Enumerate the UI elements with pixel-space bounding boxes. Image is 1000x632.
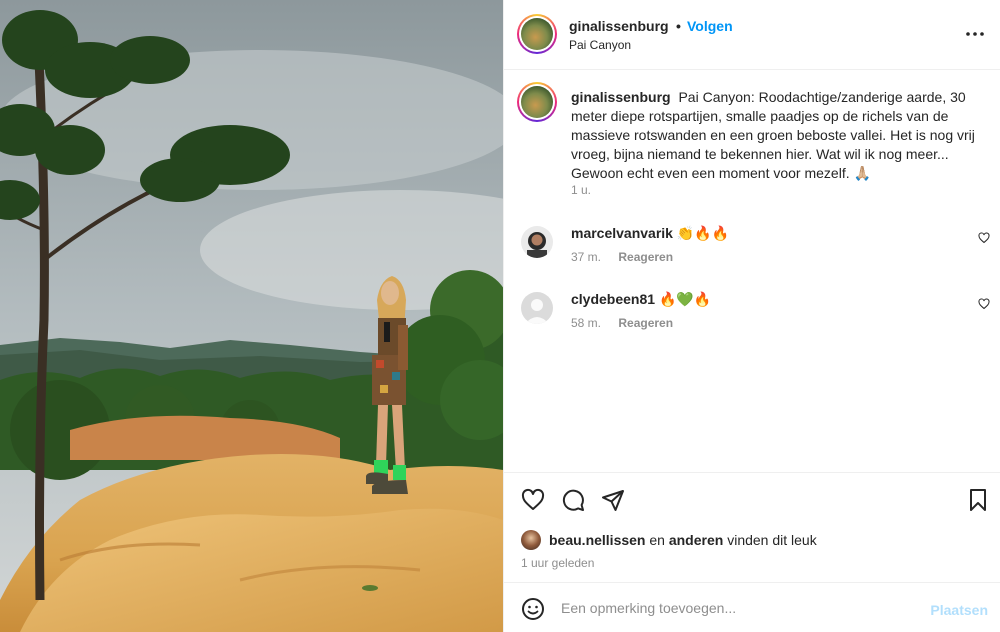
- comment-time: 37 m.: [571, 250, 602, 264]
- heart-icon[interactable]: [978, 298, 990, 310]
- comment-time: 58 m.: [571, 316, 602, 330]
- caption-avatar[interactable]: [517, 82, 557, 122]
- follow-button[interactable]: Volgen: [687, 18, 733, 34]
- comment-meta: 37 m. Reageren: [571, 250, 673, 264]
- comment-body: 👏🔥🔥: [676, 225, 730, 241]
- comment-text: marcelvanvarik 👏🔥🔥: [571, 224, 729, 243]
- post-time: 1 uur geleden: [521, 556, 595, 570]
- bookmark-icon[interactable]: [966, 488, 990, 512]
- heart-icon[interactable]: [521, 488, 545, 512]
- more-horizontal-icon[interactable]: [963, 22, 987, 46]
- heart-icon[interactable]: [978, 232, 990, 244]
- comment-username[interactable]: marcelvanvarik: [571, 225, 673, 241]
- comment-composer: Plaatsen: [504, 582, 1000, 632]
- likes-suffix: vinden dit leuk: [727, 532, 817, 548]
- comment-username[interactable]: clydebeen81: [571, 291, 655, 307]
- separator-dot: •: [676, 18, 681, 34]
- caption-time: 1 u.: [571, 183, 592, 197]
- post-panel: ginalissenburg • Volgen Pai Canyon ginal…: [503, 0, 1000, 632]
- caption-username[interactable]: ginalissenburg: [571, 89, 671, 105]
- comment-input[interactable]: [561, 596, 911, 620]
- emoji-icon[interactable]: [521, 597, 545, 621]
- likes-summary: beau.nellissen en anderen vinden dit leu…: [521, 530, 817, 550]
- comment-item: marcelvanvarik 👏🔥🔥 37 m. Reageren: [504, 224, 1000, 284]
- location-link[interactable]: Pai Canyon: [569, 38, 631, 52]
- post-actions: beau.nellissen en anderen vinden dit leu…: [504, 472, 1000, 582]
- caption-text: ginalissenburg Pai Canyon: Roodachtige/z…: [571, 88, 981, 183]
- comment-meta: 58 m. Reageren: [571, 316, 673, 330]
- reply-button[interactable]: Reageren: [618, 250, 673, 264]
- liker-avatar[interactable]: [521, 530, 541, 550]
- post-comment-button[interactable]: Plaatsen: [930, 602, 988, 618]
- comment-icon[interactable]: [561, 488, 585, 512]
- photo-image: [0, 0, 503, 632]
- comment-body: 🔥💚🔥: [658, 291, 712, 307]
- likes-conjunction: en: [649, 532, 665, 548]
- comment-text: clydebeen81 🔥💚🔥: [571, 290, 711, 309]
- comment-item: clydebeen81 🔥💚🔥 58 m. Reageren: [504, 290, 1000, 350]
- author-avatar[interactable]: [517, 14, 557, 54]
- reply-button[interactable]: Reageren: [618, 316, 673, 330]
- post-photo[interactable]: [0, 0, 503, 632]
- send-icon[interactable]: [601, 488, 625, 512]
- likes-others-link[interactable]: anderen: [669, 532, 723, 548]
- commenter-avatar[interactable]: [521, 226, 553, 258]
- author-username[interactable]: ginalissenburg: [569, 18, 669, 34]
- commenter-avatar[interactable]: [521, 292, 553, 324]
- post-header: ginalissenburg • Volgen Pai Canyon: [504, 0, 1000, 70]
- liker-username[interactable]: beau.nellissen: [549, 532, 645, 548]
